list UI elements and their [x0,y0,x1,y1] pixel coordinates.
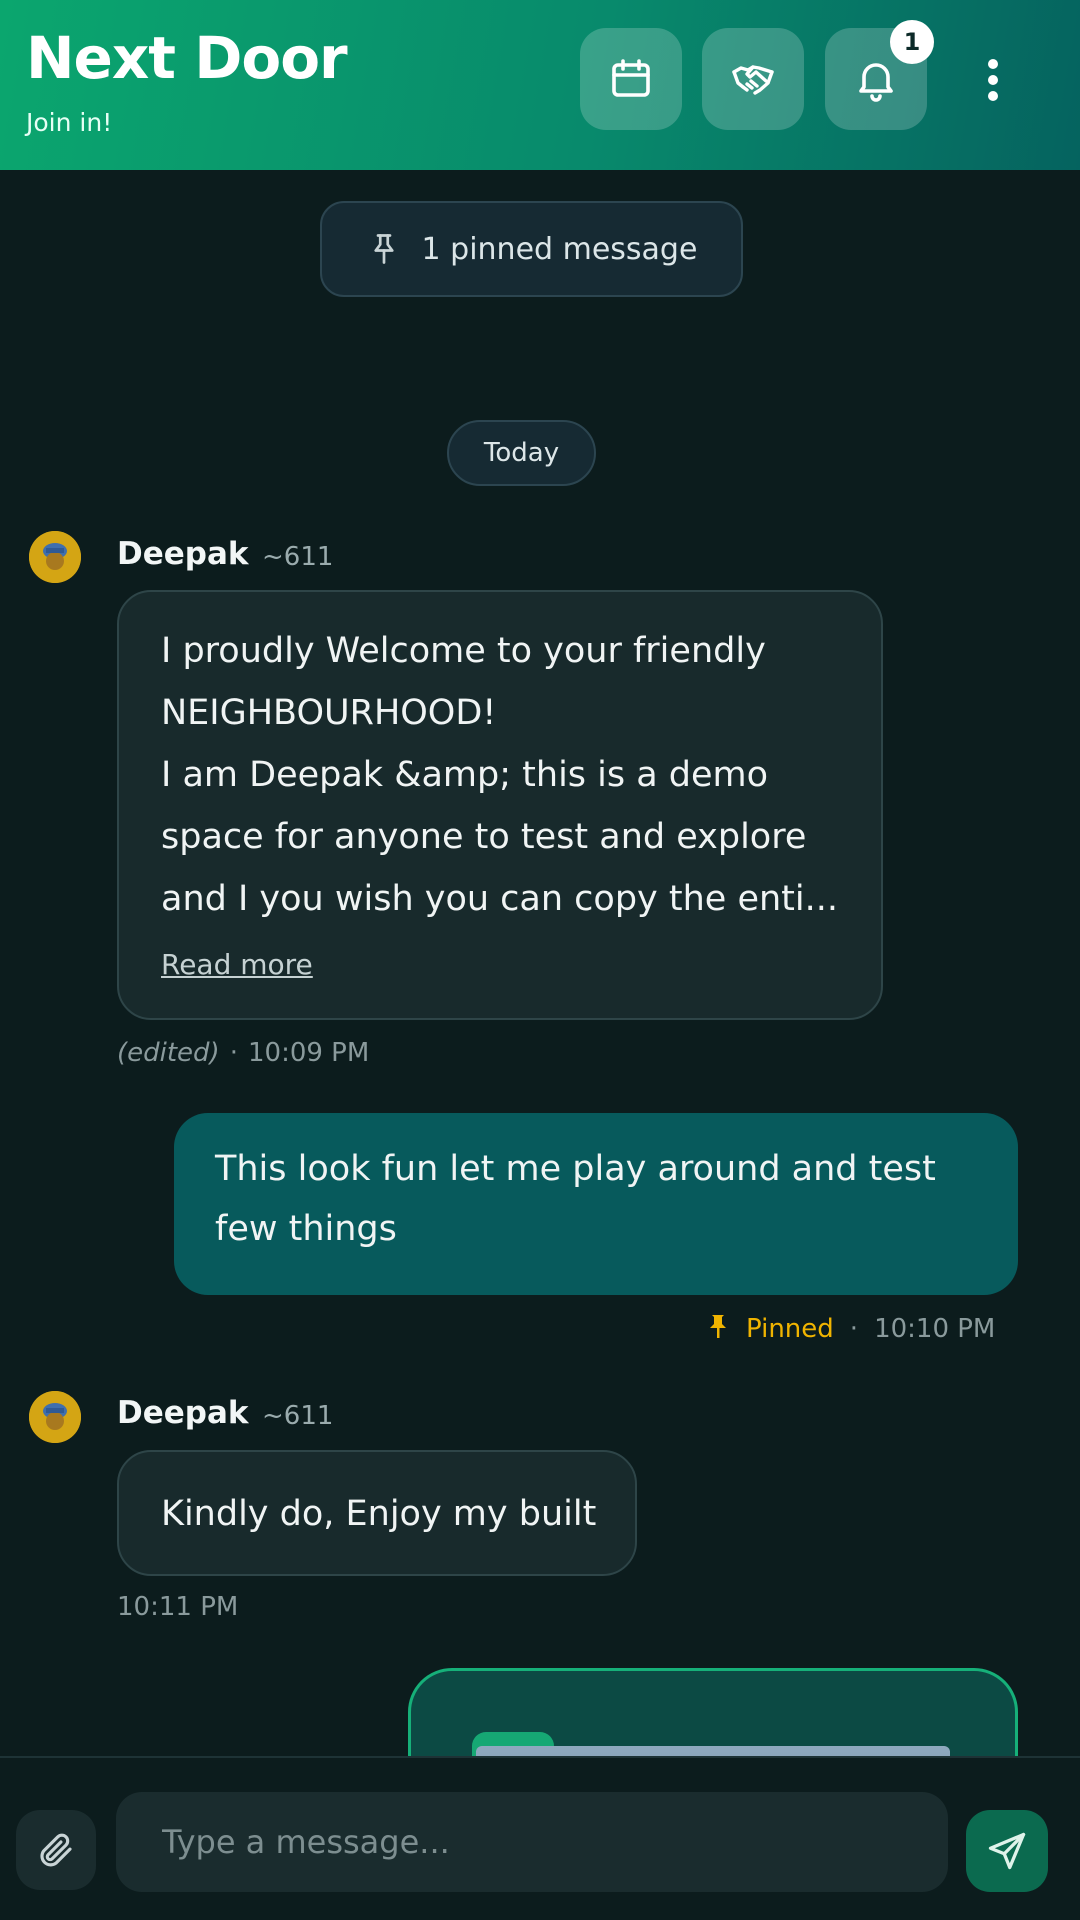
avatar[interactable] [29,531,81,583]
user-avatar-icon [29,531,81,583]
message-time: 10:11 PM [117,1592,239,1622]
avatar[interactable] [29,1391,81,1443]
message-text: Kindly do, Enjoy my built [161,1494,597,1534]
send-icon [988,1832,1026,1870]
message-bubble-outgoing[interactable]: This look fun let me play around and tes… [174,1113,1018,1295]
pinned-messages-banner[interactable]: 1 pinned message [320,201,743,297]
app-header: Next Door Join in! 1 [0,0,1080,170]
calendar-icon [612,59,650,97]
sender-id: ~611 [262,542,334,572]
message-input[interactable] [116,1792,948,1892]
pin-filled-icon [710,1315,726,1338]
user-avatar-icon [29,1391,81,1443]
bell-icon [859,63,893,102]
sender-name[interactable]: Deepak [117,1395,249,1431]
sender-name[interactable]: Deepak [117,536,249,572]
message-bubble-incoming[interactable]: I proudly Welcome to your friendly NEIGH… [117,590,883,1020]
message-text: This look fun let me play around and tes… [215,1149,936,1249]
date-divider: Today [447,420,596,486]
paperclip-icon [40,1833,72,1867]
handshake-button[interactable] [702,28,804,130]
message-meta: Pinned · 10:10 PM [706,1313,995,1344]
more-options-button[interactable] [968,45,1018,115]
more-vertical-icon [988,59,998,101]
notification-count-badge: 1 [890,20,934,64]
send-button[interactable] [966,1810,1048,1892]
meta-separator: · [849,1314,859,1344]
pinned-banner-label: 1 pinned message [421,231,698,267]
message-meta: (edited) · 10:09 PM [117,1038,369,1068]
edited-label: (edited) [117,1038,220,1068]
pin-icon [373,234,394,264]
message-text: I proudly Welcome to your friendly NEIGH… [161,631,838,919]
pinned-label: Pinned [746,1314,834,1344]
handshake-icon [732,65,774,95]
calendar-button[interactable] [580,28,682,130]
meta-separator: · [229,1038,238,1068]
message-meta: 10:11 PM [117,1592,238,1622]
sender-id: ~611 [262,1401,334,1431]
attach-button[interactable] [16,1810,96,1890]
message-time: 10:09 PM [247,1038,370,1068]
read-more-link[interactable]: Read more [161,948,313,981]
app-subtitle: Join in! [26,108,113,137]
message-bubble-incoming[interactable]: Kindly do, Enjoy my built [117,1450,637,1576]
message-time: 10:10 PM [874,1314,996,1344]
app-title: Next Door [26,24,348,92]
